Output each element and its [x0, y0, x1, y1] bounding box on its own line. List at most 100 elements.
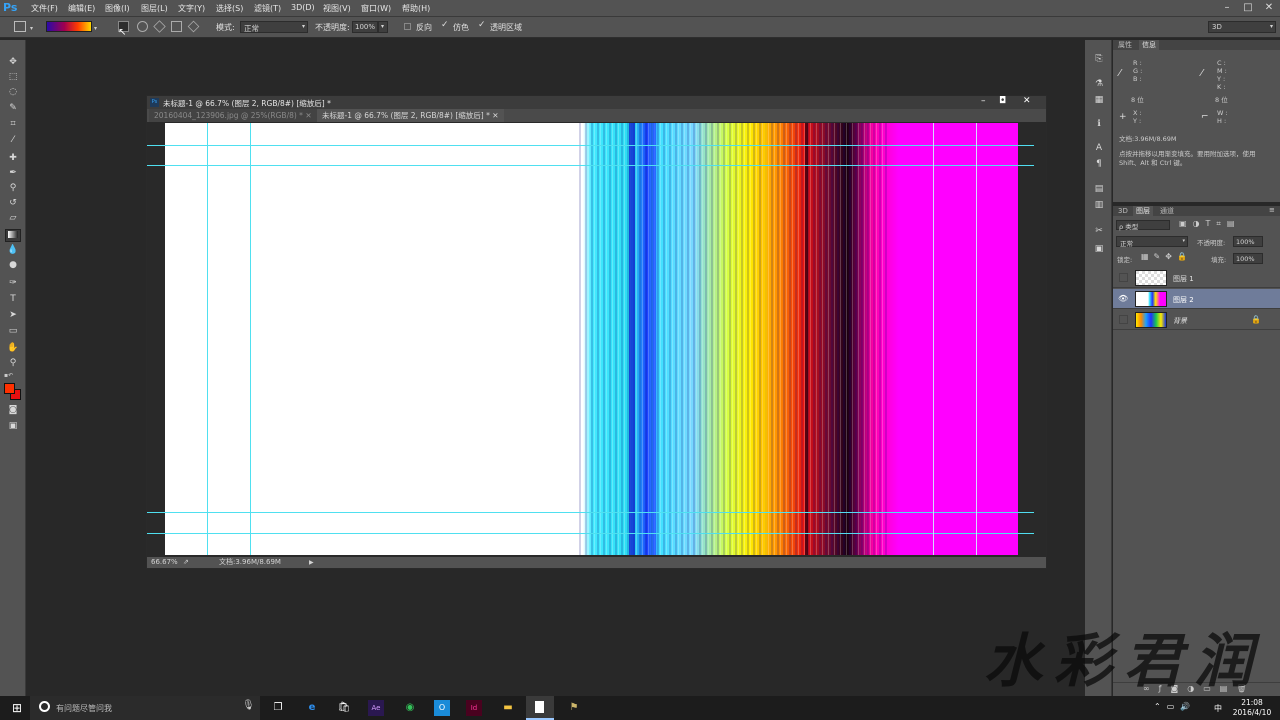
windows-start-icon[interactable]: ⊞: [9, 700, 25, 716]
clone-stamp-icon[interactable]: ⚲: [5, 182, 21, 195]
tab-photo[interactable]: 20160404_123906.jpg @ 25%(RGB/8) * ✕: [149, 109, 317, 122]
gradient-dropdown-icon[interactable]: ▾: [94, 25, 97, 32]
workspace-select[interactable]: 3D ▾: [1208, 21, 1276, 33]
minimize-icon[interactable]: –: [1216, 0, 1238, 16]
menu-item[interactable]: 选择(S): [216, 3, 243, 14]
blur-tool-icon[interactable]: 💧: [5, 244, 21, 257]
export-icon[interactable]: ⇗: [183, 557, 189, 568]
eyedropper-tool-icon[interactable]: ⁄: [5, 134, 21, 147]
store-icon[interactable]: 🛍: [336, 700, 352, 716]
dodge-tool-icon[interactable]: ●: [5, 259, 21, 272]
gradient-tool-icon[interactable]: [5, 229, 21, 242]
blend-mode-select[interactable]: 正常 ▾: [1116, 236, 1188, 248]
eye-icon[interactable]: 👁: [1118, 294, 1128, 303]
doc-close-icon[interactable]: ✕: [1023, 96, 1031, 106]
tab-close-icon[interactable]: ✕: [492, 111, 498, 120]
tools-preset-icon[interactable]: ✂: [1091, 225, 1107, 238]
brush-panel-icon[interactable]: ▣: [1091, 243, 1107, 256]
lasso-tool-icon[interactable]: ◌: [5, 86, 21, 99]
gradient-tool-preset-icon[interactable]: [14, 21, 26, 32]
search-box[interactable]: 有问题尽管问我 🎙: [30, 696, 260, 720]
close-icon[interactable]: ✕: [1258, 0, 1280, 16]
zoom-level[interactable]: 66.67%: [151, 557, 178, 568]
guide-line[interactable]: [147, 165, 1034, 166]
info-panel-icon[interactable]: ℹ: [1091, 118, 1107, 131]
default-colors-icon[interactable]: ▪↶: [4, 372, 13, 379]
menu-item[interactable]: 文字(Y): [178, 3, 205, 14]
layer-row[interactable]: 图层 1: [1113, 268, 1280, 288]
styles-panel-icon[interactable]: ▥: [1091, 199, 1107, 212]
foreground-color-swatch[interactable]: [4, 383, 15, 394]
tab-info[interactable]: 信息: [1139, 40, 1159, 50]
screen-mode-icon[interactable]: ▣: [5, 420, 21, 433]
tab-channels[interactable]: 通道: [1157, 206, 1177, 216]
tab-untitled[interactable]: 未标题-1 @ 66.7% (图层 2, RGB/8#) [缩放后] * ✕: [317, 109, 504, 122]
menu-item[interactable]: 文件(F): [31, 3, 58, 14]
radial-gradient-icon[interactable]: [137, 21, 148, 32]
fill-input[interactable]: 100%: [1233, 253, 1263, 264]
tab-properties[interactable]: 属性: [1115, 40, 1135, 50]
menu-item[interactable]: 帮助(H): [402, 3, 430, 14]
tab-3d[interactable]: 3D: [1115, 206, 1131, 216]
reverse-checkbox[interactable]: [404, 23, 411, 30]
menu-item[interactable]: 3D(D): [291, 3, 315, 12]
layer-filter-select[interactable]: ρ 类型: [1116, 220, 1170, 231]
crop-tool-icon[interactable]: ⌗: [5, 118, 21, 131]
app-icon[interactable]: ⚑: [566, 700, 582, 716]
app-icon[interactable]: O: [434, 700, 450, 716]
document-title-bar[interactable]: Ps 未标题-1 @ 66.7% (图层 2, RGB/8#) [缩放后] * …: [147, 96, 1046, 109]
angle-gradient-icon[interactable]: [153, 20, 166, 33]
rectangle-tool-icon[interactable]: ▭: [5, 325, 21, 338]
maximize-icon[interactable]: □: [1237, 0, 1259, 16]
quick-selection-icon[interactable]: ✎: [5, 102, 21, 115]
history-panel-icon[interactable]: ⎘: [1091, 53, 1107, 66]
pen-tool-icon[interactable]: ✑: [5, 277, 21, 290]
gradient-preview[interactable]: [46, 21, 92, 32]
menu-item[interactable]: 视图(V): [323, 3, 351, 14]
menu-item[interactable]: 窗口(W): [361, 3, 391, 14]
layer-row-selected[interactable]: 👁 图层 2: [1113, 289, 1280, 309]
menu-item[interactable]: 滤镜(T): [254, 3, 281, 14]
layer-opacity-input[interactable]: 100%: [1233, 236, 1263, 247]
guide-line[interactable]: [976, 123, 977, 555]
after-effects-icon[interactable]: Ae: [368, 700, 384, 716]
guide-line[interactable]: [250, 123, 251, 555]
guide-line[interactable]: [147, 533, 1034, 534]
diamond-gradient-icon[interactable]: [187, 20, 200, 33]
panel-menu-icon[interactable]: ≡: [1269, 206, 1275, 214]
doc-maximize-icon[interactable]: ◘: [999, 96, 1006, 106]
guide-line[interactable]: [933, 123, 934, 555]
doc-minimize-icon[interactable]: –: [981, 96, 986, 106]
hand-tool-icon[interactable]: ✋: [5, 342, 21, 355]
layer-filter-icons[interactable]: ▣◑T⌗▤: [1179, 219, 1241, 229]
visibility-toggle[interactable]: [1119, 273, 1128, 282]
adjustments-panel-icon[interactable]: ▦: [1091, 94, 1107, 107]
reflected-gradient-icon[interactable]: [171, 21, 182, 32]
menu-item[interactable]: 编辑(E): [68, 3, 95, 14]
task-view-icon[interactable]: ❐: [270, 700, 286, 716]
tab-close-icon[interactable]: ✕: [305, 111, 311, 120]
character-panel-icon[interactable]: A: [1091, 142, 1107, 155]
healing-brush-icon[interactable]: ✚: [5, 152, 21, 165]
layer-row[interactable]: 背景 🔒: [1113, 310, 1280, 330]
tray-icons[interactable]: ⌃▭🔊: [1154, 702, 1196, 711]
type-tool-icon[interactable]: T: [5, 293, 21, 306]
transparency-checkbox[interactable]: ✓: [478, 20, 486, 30]
guide-line[interactable]: [147, 145, 1034, 146]
brush-tool-icon[interactable]: ✒: [5, 167, 21, 180]
menu-item[interactable]: 图像(I): [105, 3, 130, 14]
guide-line[interactable]: [207, 123, 208, 555]
history-brush-icon[interactable]: ↺: [5, 197, 21, 210]
mode-select[interactable]: 正常 ▾: [240, 21, 308, 33]
path-selection-icon[interactable]: ➤: [5, 309, 21, 322]
eraser-tool-icon[interactable]: ▱: [5, 212, 21, 225]
guide-line[interactable]: [147, 512, 1034, 513]
photoshop-taskbar-button[interactable]: [526, 696, 554, 720]
lock-icons[interactable]: ▦✎✥🔒: [1141, 252, 1192, 261]
opacity-input[interactable]: 100%: [352, 21, 378, 33]
chevron-down-icon[interactable]: ▾: [30, 25, 33, 32]
opacity-slider-toggle[interactable]: ▾: [378, 21, 388, 33]
indesign-icon[interactable]: Id: [466, 700, 482, 716]
move-tool-icon[interactable]: ✥: [5, 56, 21, 69]
swatches-panel-icon[interactable]: ▤: [1091, 183, 1107, 196]
